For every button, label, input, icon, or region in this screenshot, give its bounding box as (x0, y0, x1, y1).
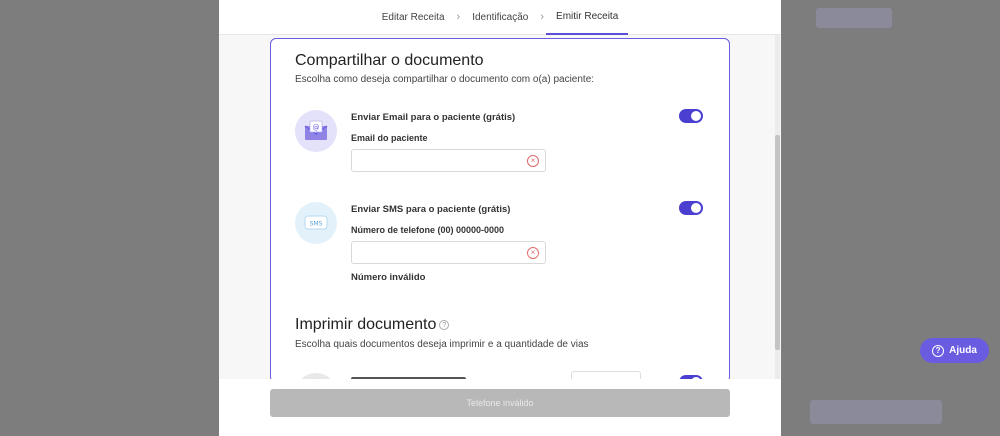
scrollbar-thumb[interactable] (775, 135, 780, 350)
toggle-knob (691, 203, 701, 213)
modal-footer: Telefone inválido (219, 379, 781, 436)
print-subtitle: Escolha quais documentos deseja imprimir… (295, 339, 589, 350)
question-icon[interactable]: ? (439, 319, 450, 330)
clear-email-icon[interactable]: × (527, 155, 539, 167)
email-field-label: Email do paciente (351, 133, 428, 143)
email-toggle[interactable] (679, 109, 703, 123)
toggle-knob (691, 111, 701, 121)
phone-field-label: Número de telefone (00) 00000-0000 (351, 225, 505, 235)
chevron-right-icon: › (456, 11, 461, 23)
stepper: Editar Receita › Identificação › Emitir … (219, 0, 781, 35)
emit-prescription-modal: Editar Receita › Identificação › Emitir … (219, 0, 781, 436)
email-avatar: @ (295, 110, 337, 152)
sms-avatar-text: SMS (310, 221, 323, 228)
chevron-right-icon: › (540, 11, 545, 23)
email-option-label: Enviar Email para o paciente (grátis) (351, 112, 516, 123)
sms-toggle[interactable] (679, 201, 703, 215)
step-edit-prescription[interactable]: Editar Receita (372, 0, 455, 35)
envelope-icon: @ (304, 120, 328, 140)
step-emit-prescription[interactable]: Emitir Receita (546, 0, 629, 35)
share-subtitle: Escolha como deseja compartilhar o docum… (295, 74, 595, 85)
help-button[interactable]: ? Ajuda (920, 338, 989, 363)
share-title: Compartilhar o documento (295, 52, 484, 69)
phone-input[interactable]: × (351, 241, 546, 264)
print-title: Imprimir documento? (295, 316, 450, 334)
email-input[interactable]: × (351, 149, 546, 172)
sms-icon: SMS (304, 215, 328, 230)
sms-avatar: SMS (295, 202, 337, 244)
clear-phone-icon[interactable]: × (527, 247, 539, 259)
sms-option-label: Enviar SMS para o paciente (grátis) (351, 204, 511, 215)
share-card: Compartilhar o documento Escolha como de… (270, 38, 730, 383)
help-label: Ajuda (949, 345, 977, 356)
submit-button[interactable]: Telefone inválido (270, 389, 730, 417)
step-identification[interactable]: Identificação (462, 0, 538, 35)
print-title-text: Imprimir documento (295, 316, 437, 333)
phone-error-message: Número inválido (351, 272, 426, 283)
question-circle-icon: ? (932, 344, 945, 357)
svg-text:@: @ (313, 124, 320, 132)
